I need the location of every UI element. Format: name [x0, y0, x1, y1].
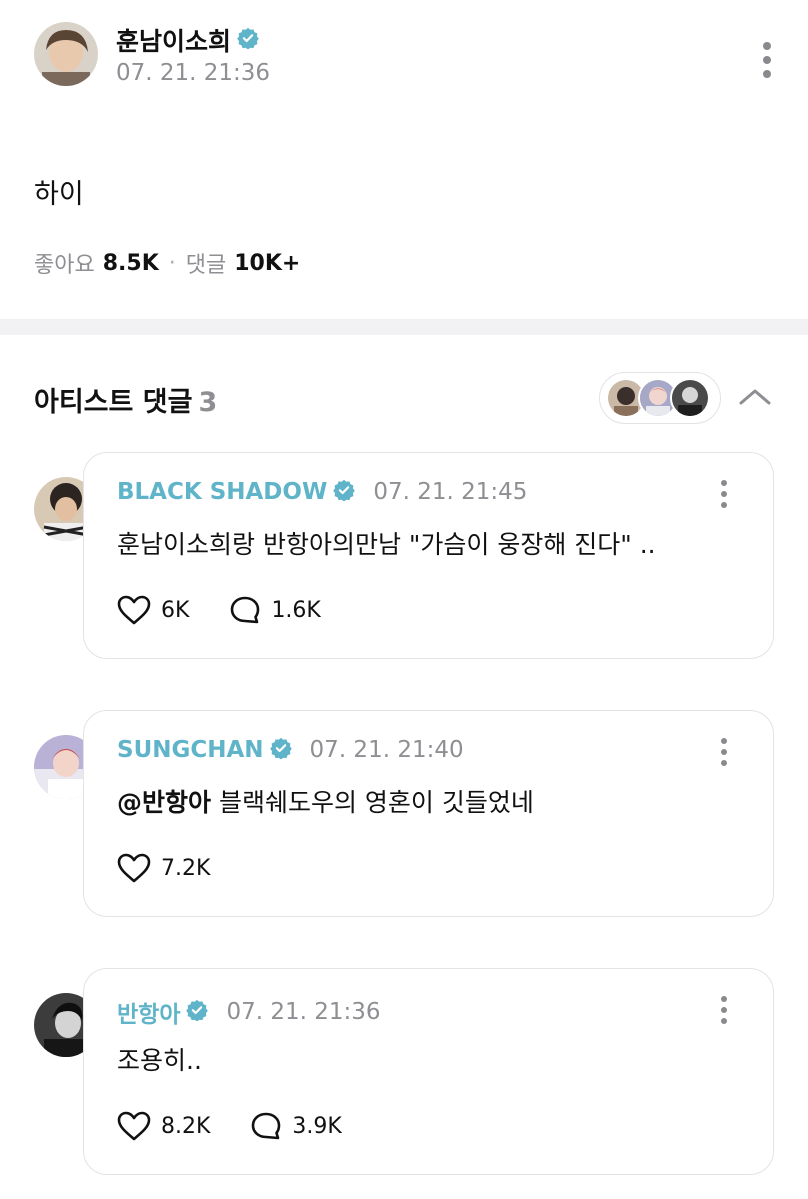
collapse-chevron-up-icon[interactable]: [737, 383, 773, 411]
comments-label: 댓글: [185, 253, 227, 278]
post-timestamp: 07. 21. 21:36: [116, 60, 271, 86]
like-count: 8.2K: [161, 1113, 211, 1139]
like-count: 6K: [161, 597, 190, 623]
comment-card: BLACK SHADOW 07. 21. 21:45 훈남이소희랑 반항아의만남…: [83, 452, 774, 659]
verified-badge-icon: [333, 479, 356, 505]
reply-button[interactable]: 3.9K: [250, 1111, 342, 1141]
comment-header: 반항아 07. 21. 21:36: [117, 995, 381, 1029]
comment-timestamp: 07. 21. 21:40: [309, 737, 464, 763]
comments-count[interactable]: 10K+: [234, 251, 300, 276]
like-button[interactable]: 7.2K: [117, 853, 210, 883]
verified-badge-icon: [237, 26, 259, 55]
stat-separator: ·: [168, 250, 176, 276]
mention-link[interactable]: @반항아: [117, 788, 211, 817]
comment-more-options-icon[interactable]: [720, 996, 728, 1024]
post-more-options-icon[interactable]: [762, 42, 772, 78]
post-body: 하이: [34, 179, 84, 210]
section-divider: [0, 319, 808, 335]
comment-timestamp: 07. 21. 21:36: [226, 999, 381, 1025]
comment-actions: 6K 1.6K: [117, 595, 361, 625]
comment-header: BLACK SHADOW 07. 21. 21:45: [117, 479, 527, 505]
likes-count[interactable]: 8.5K: [103, 251, 159, 276]
like-count: 7.2K: [161, 855, 211, 881]
commenter-name[interactable]: 반항아: [117, 995, 180, 1029]
heart-icon: [117, 1111, 151, 1141]
author-avatar[interactable]: [34, 22, 98, 86]
section-count: 3: [198, 387, 218, 418]
comment-text: 훈남이소희랑 반항아의만남 "가슴이 웅장해 진다" ..: [117, 530, 656, 559]
reply-count: 3.9K: [292, 1113, 342, 1139]
comment-actions: 7.2K: [117, 853, 250, 883]
author-name[interactable]: 훈남이소희: [116, 22, 259, 58]
comment-text-body: 블랙쉐도우의 영혼이 깃들었네: [211, 788, 534, 817]
heart-icon: [117, 595, 151, 625]
verified-badge-icon: [186, 999, 209, 1025]
comment-header: SUNGCHAN 07. 21. 21:40: [117, 737, 464, 763]
comment-more-options-icon[interactable]: [720, 738, 728, 766]
heart-icon: [117, 853, 151, 883]
post-stats: 좋아요 8.5K · 댓글 10K+: [34, 247, 300, 279]
artist-comments-header: 아티스트 댓글 3: [0, 335, 808, 445]
commenter-name[interactable]: BLACK SHADOW: [117, 479, 327, 505]
like-button[interactable]: 6K: [117, 595, 189, 625]
verified-badge-icon: [269, 737, 292, 763]
like-button[interactable]: 8.2K: [117, 1111, 210, 1141]
comment-text: @반항아 블랙쉐도우의 영혼이 깃들었네: [117, 783, 534, 819]
comment-text: 조용히..: [117, 1046, 202, 1075]
comment-card: SUNGCHAN 07. 21. 21:40 @반항아 블랙쉐도우의 영혼이 깃…: [83, 710, 774, 917]
speech-bubble-icon: [252, 1112, 281, 1140]
comment-more-options-icon[interactable]: [720, 480, 728, 508]
commenter-name[interactable]: SUNGCHAN: [117, 737, 264, 763]
comment-actions: 8.2K 3.9K: [117, 1111, 382, 1141]
stack-avatar: [670, 378, 710, 418]
artist-avatar-stack[interactable]: [599, 372, 721, 424]
section-title: 아티스트 댓글 3: [34, 387, 218, 418]
reply-button[interactable]: 1.6K: [229, 595, 321, 625]
comment-card: 반항아 07. 21. 21:36 조용히.. 8.2K 3.9K: [83, 968, 774, 1175]
post-header: 훈남이소희 07. 21. 21:36: [0, 0, 808, 130]
comment-timestamp: 07. 21. 21:45: [373, 479, 528, 505]
speech-bubble-icon: [231, 596, 260, 624]
reply-count: 1.6K: [271, 597, 321, 623]
likes-label: 좋아요: [34, 253, 95, 278]
